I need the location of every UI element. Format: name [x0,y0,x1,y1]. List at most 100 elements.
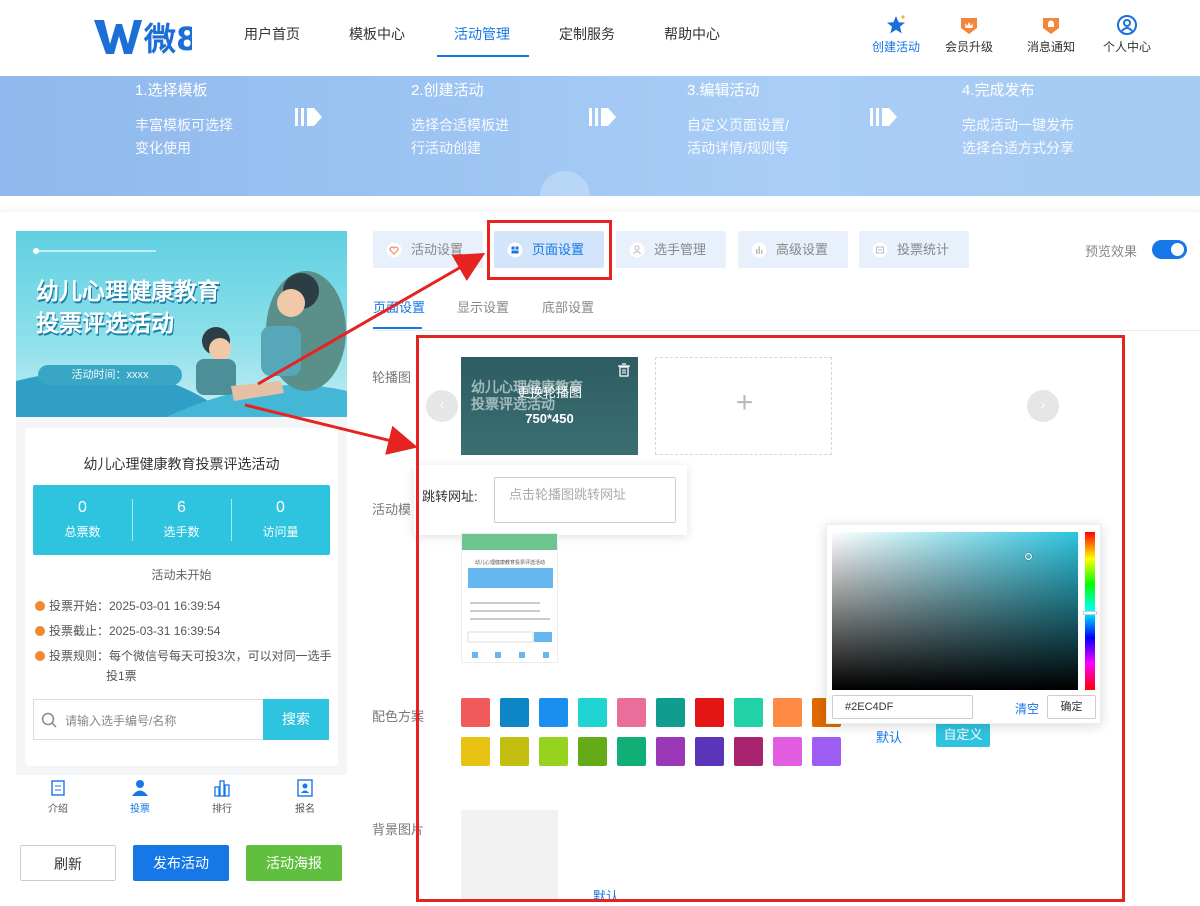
preview-effect-label: 预览效果 [1085,244,1138,259]
user-icon [1117,15,1137,35]
hex-color-input[interactable]: #2EC4DF [832,695,973,719]
top-header: 微8 用户首页 模板中心 活动管理 定制服务 帮助中心 创建活动 会员升级 消息… [0,0,1200,76]
color-custom-option[interactable]: 自定义 [936,723,990,747]
tabbar-vote[interactable]: 投票 [115,779,165,815]
subtab-page-settings[interactable]: 页面设置 [373,297,425,316]
color-swatch[interactable] [656,737,685,766]
subtab-display-settings[interactable]: 显示设置 [457,297,509,316]
color-swatch[interactable] [695,737,724,766]
link-placeholder: 点击轮播图跳转网址 [509,487,627,502]
tab-activity-settings[interactable]: 活动设置 [373,231,483,268]
step-2: 2.创建活动 选择合适模板进 行活动创建 [411,80,509,160]
nav-custom-service[interactable]: 定制服务 [559,24,615,44]
stat-contestants: 6 选手数 [163,499,200,539]
background-image-placeholder[interactable] [461,810,558,902]
tabbar-signup[interactable]: 报名 [280,779,330,815]
color-swatch[interactable] [500,737,529,766]
star-icon [887,15,905,34]
color-swatch[interactable] [656,698,685,727]
nav-templates[interactable]: 模板中心 [349,24,405,44]
color-default-option[interactable]: 默认 [876,727,902,746]
vote-end-time: 投票截止：2025-03-31 16:39:54 [35,621,220,641]
vote-start-time: 投票开始：2025-03-01 16:39:54 [35,596,220,616]
carousel-image[interactable]: 幼儿心理健康教育 投票评选活动 更换轮播图 750*450 [461,357,638,455]
activity-status: 活动未开始 [151,568,212,582]
create-activity-button[interactable]: 创建活动 [866,14,926,55]
color-swatch[interactable] [617,737,646,766]
color-swatch[interactable] [734,698,763,727]
publish-activity-button[interactable]: 发布活动 [133,845,229,881]
color-swatch[interactable] [812,737,841,766]
step-title: 1.选择模板 [135,82,208,99]
nav-home[interactable]: 用户首页 [244,24,300,44]
subtab-footer-settings[interactable]: 底部设置 [542,297,594,316]
logo[interactable]: 微8 [92,14,192,58]
color-confirm-button[interactable]: 确定 [1047,695,1096,719]
template-thumbnail[interactable]: 幼儿心理健康教育投票评选活动 [461,533,558,663]
carousel-link-popover: 跳转网址: 点击轮播图跳转网址 [414,465,687,535]
carousel-prev-button[interactable]: ‹ [426,390,458,422]
tabbar-intro[interactable]: 介绍 [33,779,83,815]
color-swatch[interactable] [578,698,607,727]
info-dot-icon [35,626,45,636]
color-swatch[interactable] [461,737,490,766]
carousel-link-textarea[interactable]: 点击轮播图跳转网址 [494,477,676,523]
color-swatch[interactable] [695,698,724,727]
add-carousel-button[interactable]: + [655,357,832,455]
nav-activity-management[interactable]: 活动管理 [454,24,510,44]
tab-page-settings[interactable]: 页面设置 [494,231,604,268]
activity-poster-button[interactable]: 活动海报 [246,845,342,881]
contestant-search-input[interactable]: 请输入选手编号/名称 [33,699,263,740]
member-upgrade-button[interactable]: 会员升级 [939,14,999,55]
color-swatch[interactable] [578,737,607,766]
replace-carousel-label[interactable]: 更换轮播图 [461,382,638,401]
notifications-button[interactable]: 消息通知 [1021,14,1081,55]
nav-active-underline [437,55,529,57]
plus-icon: + [735,386,754,419]
activity-info-card: 幼儿心理健康教育投票评选活动 0 总票数 6 选手数 0 访问量 活动未开始 投票开始… [25,428,338,766]
step-desc: 完成活动一键发布 选择合适方式分享 [962,117,1074,156]
preview-effect-toggle[interactable] [1152,240,1187,259]
step-arrow-icon [589,108,616,126]
carousel-size-hint: 750*450 [525,411,574,426]
step-arrow-icon [870,108,897,126]
color-swatch[interactable] [773,737,802,766]
building-icon [214,780,230,797]
color-picker-cursor[interactable] [1025,553,1032,560]
search-button[interactable]: 搜索 [263,699,329,740]
stats-icon [872,242,888,258]
tab-advanced-settings[interactable]: 高级设置 [738,231,848,268]
saturation-value-area[interactable] [832,532,1078,690]
color-swatch[interactable] [734,737,763,766]
tab-vote-statistics[interactable]: 投票统计 [859,231,969,268]
background-default-option[interactable]: 默认 [593,886,619,905]
carousel-label: 轮播图 [372,370,412,385]
bell-badge-icon [1043,18,1059,34]
step-desc: 选择合适模板进 行活动创建 [411,117,509,156]
carousel-next-button[interactable]: › [1027,390,1059,422]
notifications-label: 消息通知 [1026,40,1075,54]
tabbar-ranking[interactable]: 排行 [197,779,247,815]
step-title: 2.创建活动 [411,82,484,99]
color-swatch[interactable] [617,698,646,727]
color-swatch[interactable] [773,698,802,727]
template-label: 活动模 [372,502,412,517]
trash-icon[interactable] [617,363,631,377]
color-swatch[interactable] [539,698,568,727]
color-swatch[interactable] [461,698,490,727]
layout-icon [507,242,523,258]
color-clear-button[interactable]: 清空 [1015,700,1039,717]
personal-center-button[interactable]: 个人中心 [1097,14,1157,55]
color-swatch[interactable] [539,737,568,766]
refresh-button[interactable]: 刷新 [20,845,116,881]
background-image-label: 背景图片 [372,822,425,837]
preview-tabbar: 介绍 投票 排行 报名 [16,775,347,819]
stat-visits: 0 访问量 [262,499,299,539]
document-icon [51,780,65,796]
hue-slider-thumb[interactable] [1083,611,1097,615]
step-arrow-icon [295,108,322,126]
nav-help[interactable]: 帮助中心 [664,24,720,44]
color-swatch[interactable] [500,698,529,727]
tab-contestant-management[interactable]: 选手管理 [616,231,726,268]
svg-text:幼儿心理健康教育投票评选活动: 幼儿心理健康教育投票评选活动 [475,559,545,566]
